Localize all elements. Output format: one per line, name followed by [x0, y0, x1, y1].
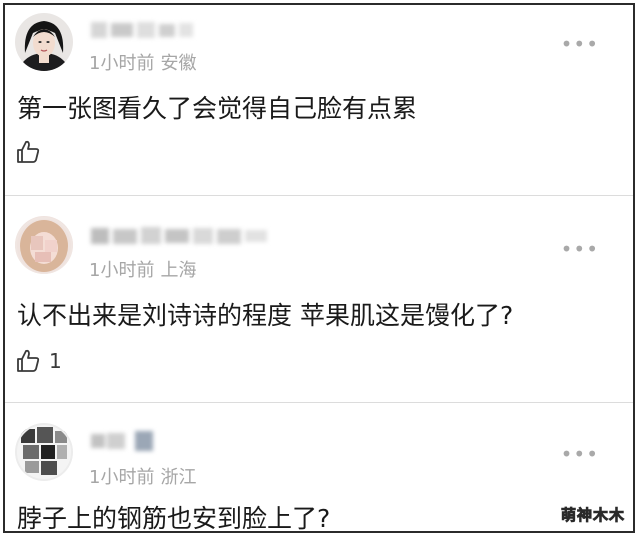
comment-text: 认不出来是刘诗诗的程度 苹果肌这是馒化了? [17, 301, 514, 330]
thumbs-up-icon [15, 139, 41, 165]
comment-text: 第一张图看久了会觉得自己脸有点累 [17, 94, 418, 123]
comment-location: 上海 [160, 260, 197, 281]
comment-item: 1小时前 安徽 ••• 第一张图看久了会觉得自己脸有点累 [5, 5, 633, 195]
comment-location: 安徽 [160, 53, 197, 74]
more-dots-icon[interactable]: ••• [561, 239, 599, 259]
more-dots-icon[interactable]: ••• [561, 34, 599, 54]
comment-meta: 1小时前 浙江 [89, 463, 196, 489]
avatar[interactable] [15, 216, 73, 274]
comment-meta: 1小时前 安徽 [89, 49, 196, 75]
like-count: 1 [49, 349, 62, 373]
like-button[interactable] [15, 139, 49, 165]
comment-text: 脖子上的钢筋也安到脸上了? [17, 504, 331, 533]
thumbs-up-icon [15, 348, 41, 374]
username-blurred[interactable] [91, 224, 269, 246]
comment-item: 1小时前 浙江 ••• 脖子上的钢筋也安到脸上了? [5, 403, 633, 533]
like-button[interactable]: 1 [15, 348, 62, 374]
comment-list: 1小时前 安徽 ••• 第一张图看久了会觉得自己脸有点累 1小时前 上海 •••… [3, 3, 635, 533]
comment-item: 1小时前 上海 ••• 认不出来是刘诗诗的程度 苹果肌这是馒化了? 1 [5, 196, 633, 402]
username-blurred[interactable] [91, 429, 161, 451]
avatar[interactable] [15, 423, 73, 481]
comment-location: 浙江 [160, 467, 197, 488]
avatar[interactable] [15, 13, 73, 71]
comment-time: 1小时前 [89, 260, 155, 281]
comment-time: 1小时前 [89, 467, 155, 488]
username-blurred[interactable] [91, 19, 195, 41]
comment-meta: 1小时前 上海 [89, 256, 196, 282]
watermark: 萌神木木 [560, 506, 625, 525]
comment-time: 1小时前 [89, 53, 155, 74]
more-dots-icon[interactable]: ••• [561, 444, 599, 464]
